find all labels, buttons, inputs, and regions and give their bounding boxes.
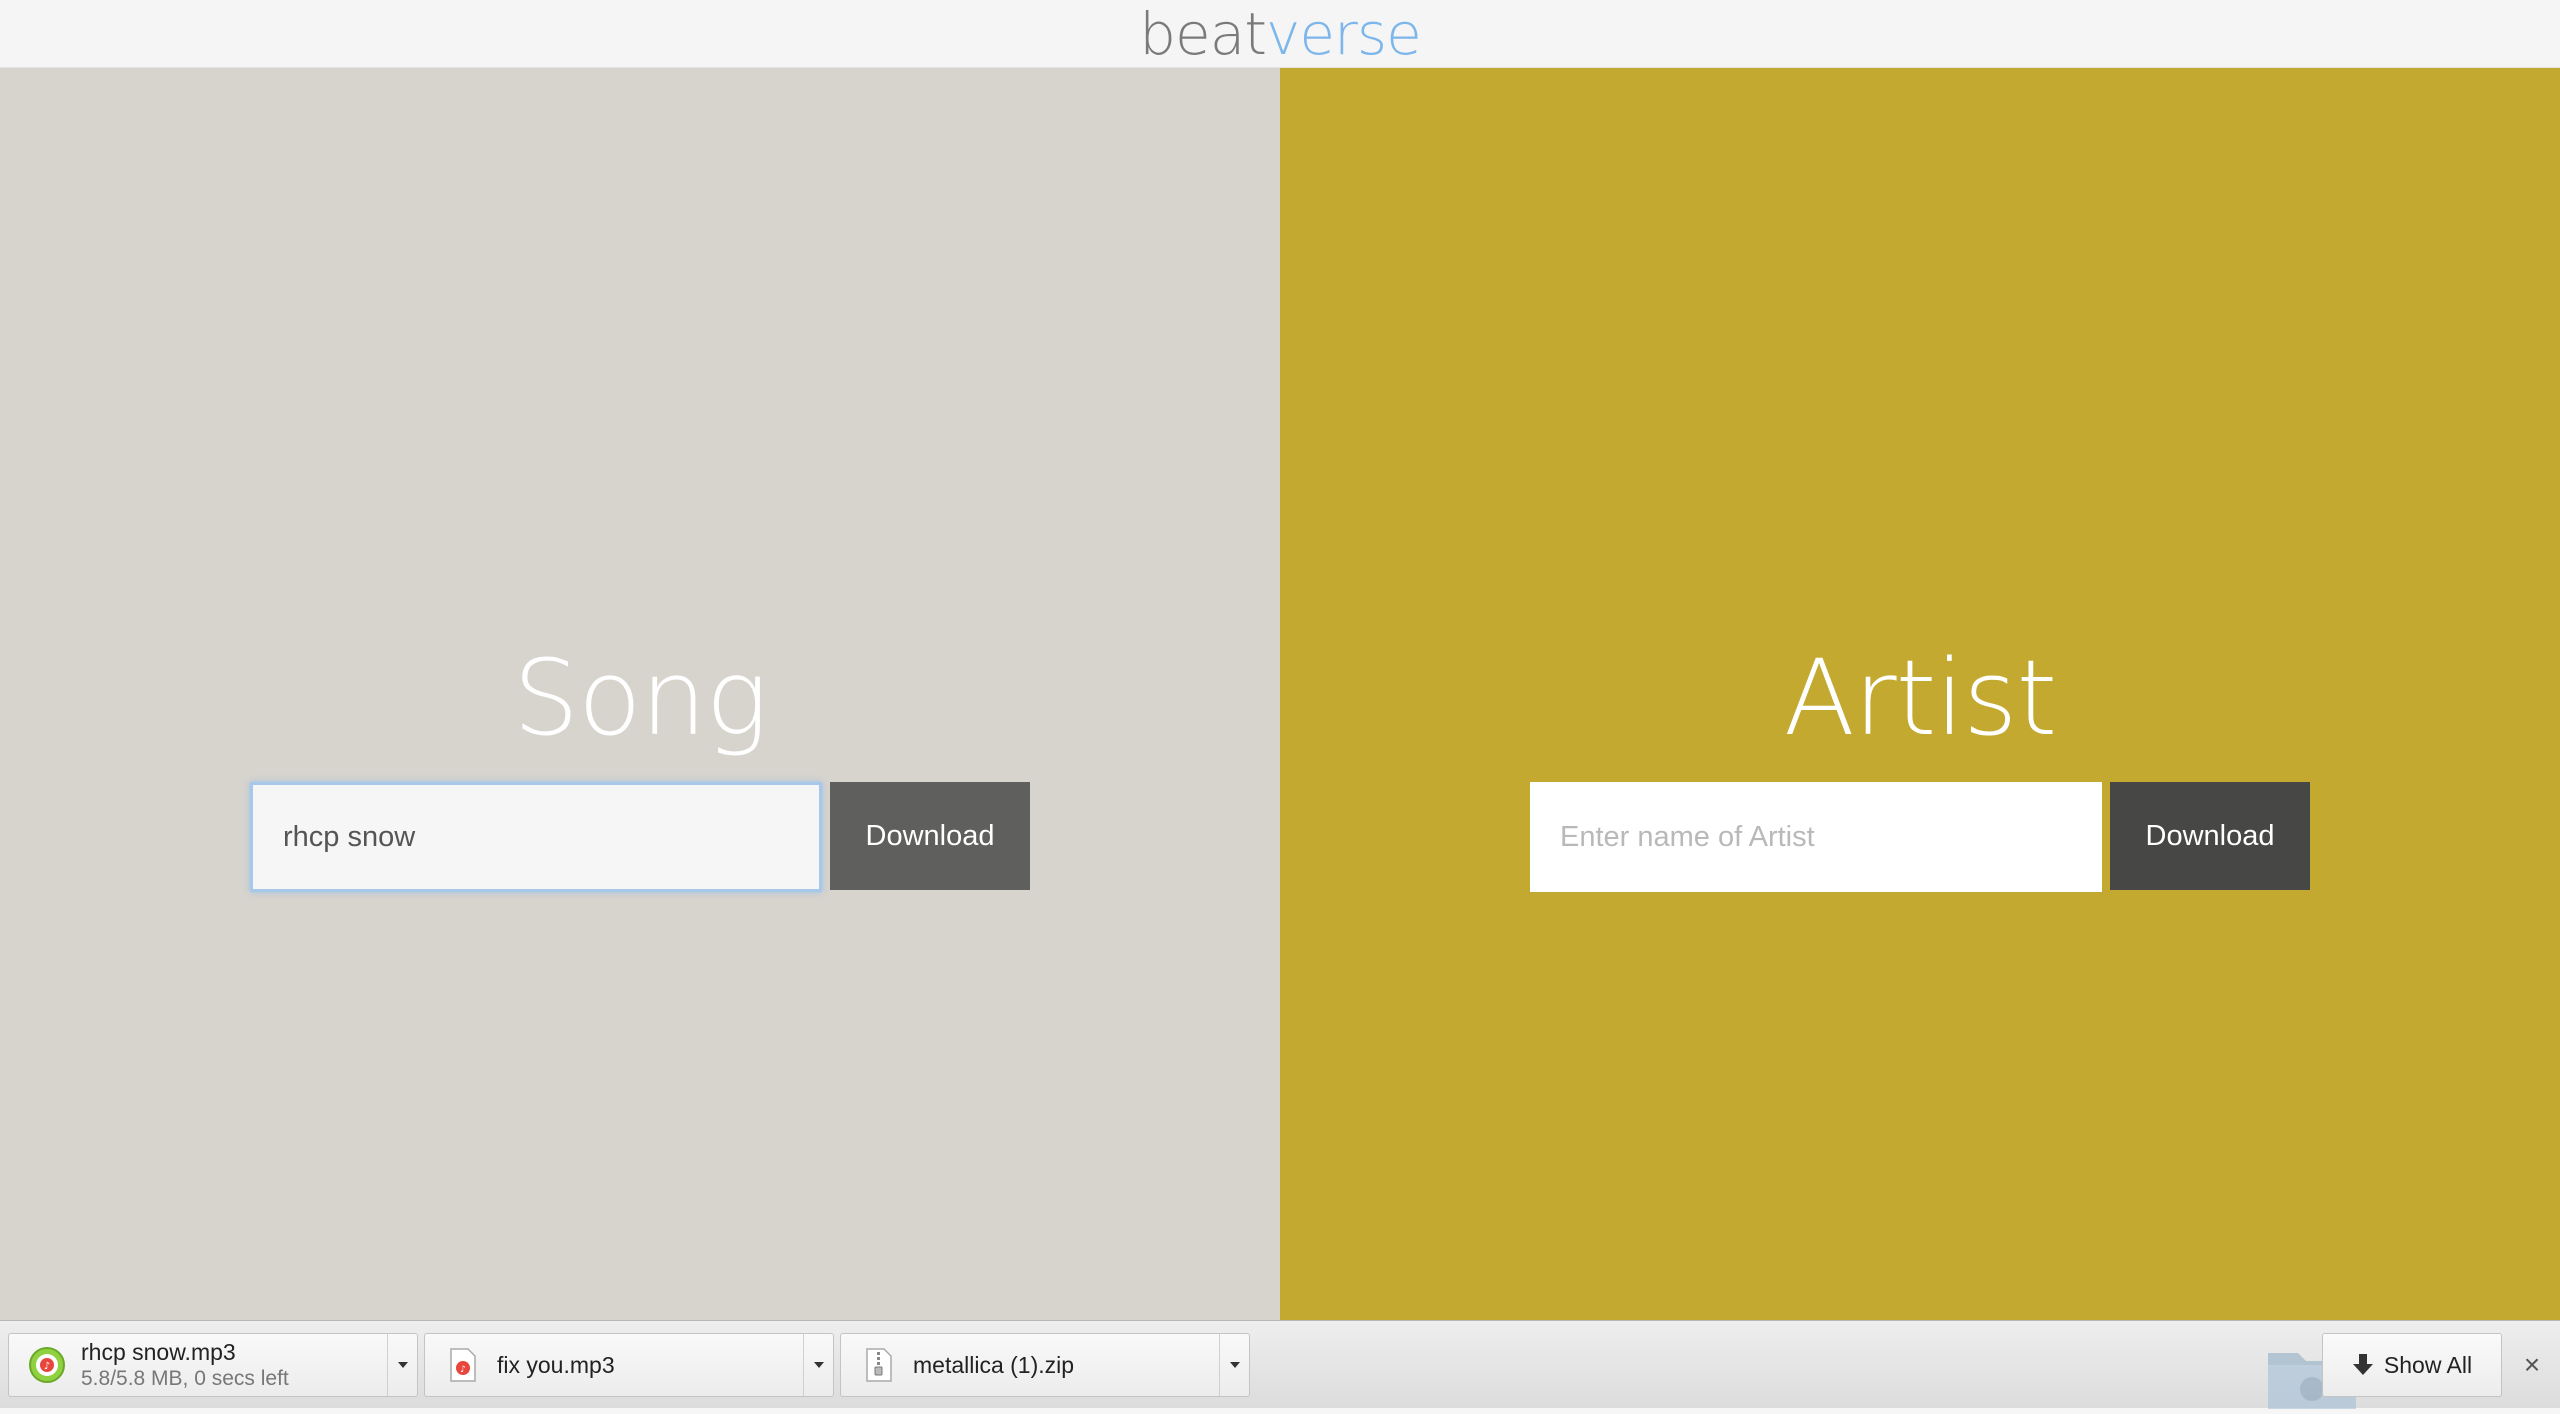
- song-search-input[interactable]: [250, 782, 822, 892]
- artist-search-input[interactable]: [1530, 782, 2102, 892]
- audio-file-progress-icon: ♪: [27, 1343, 67, 1387]
- song-panel: Song Download: [0, 68, 1280, 1320]
- site-header: beatverse: [0, 0, 2560, 68]
- chevron-down-icon: [1229, 1362, 1240, 1368]
- download-item-rhcp-snow[interactable]: ♪ rhcp snow.mp3 5.8/5.8 MB, 0 secs left: [8, 1333, 418, 1397]
- download-arrow-icon: [2352, 1354, 2373, 1375]
- svg-text:♪: ♪: [44, 1361, 50, 1372]
- download-filename: fix you.mp3: [497, 1352, 615, 1378]
- download-item-fix-you[interactable]: ♪ fix you.mp3: [424, 1333, 834, 1397]
- artist-panel: Artist Download: [1280, 68, 2560, 1320]
- download-filename: rhcp snow.mp3: [81, 1339, 236, 1365]
- show-all-button[interactable]: Show All: [2322, 1333, 2502, 1397]
- show-all-label: Show All: [2383, 1351, 2473, 1378]
- close-icon[interactable]: ×: [2516, 1347, 2548, 1383]
- artist-title: Artist: [1783, 637, 2058, 759]
- download-filename: metallica (1).zip: [913, 1352, 1075, 1378]
- artist-download-button[interactable]: Download: [2110, 782, 2310, 890]
- logo-part-beat: beat: [1139, 0, 1267, 68]
- download-item-metallica-zip[interactable]: metallica (1).zip: [840, 1333, 1250, 1397]
- audio-file-icon: ♪: [443, 1343, 483, 1387]
- logo-part-verse: verse: [1266, 0, 1422, 68]
- download-menu-button[interactable]: [387, 1334, 417, 1396]
- beatverse-logo[interactable]: beatverse: [1139, 0, 1422, 68]
- download-menu-button[interactable]: [1219, 1334, 1249, 1396]
- zip-file-icon: [859, 1343, 899, 1387]
- download-status: 5.8/5.8 MB, 0 secs left: [81, 1367, 289, 1390]
- chevron-down-icon: [813, 1362, 824, 1368]
- svg-text:♪: ♪: [460, 1365, 466, 1375]
- downloads-bar: ♪ rhcp snow.mp3 5.8/5.8 MB, 0 secs left …: [0, 1320, 2560, 1409]
- song-title: Song: [513, 637, 768, 759]
- song-download-button[interactable]: Download: [830, 782, 1030, 890]
- download-menu-button[interactable]: [803, 1334, 833, 1396]
- chevron-down-icon: [397, 1362, 408, 1368]
